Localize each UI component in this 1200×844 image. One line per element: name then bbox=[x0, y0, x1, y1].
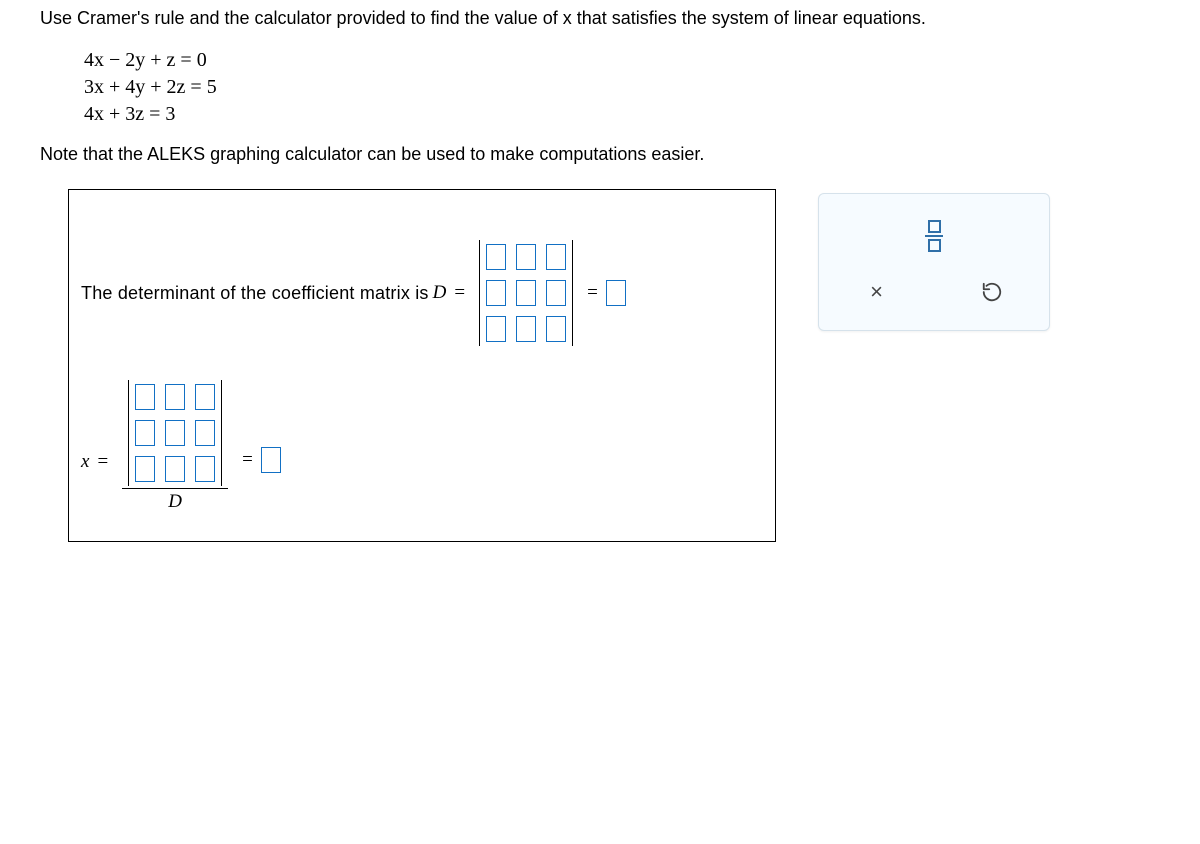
dx-cell-2-1[interactable] bbox=[135, 420, 155, 446]
equation-system: 4x − 2y + z = 0 3x + 4y + 2z = 5 4x + 3z… bbox=[84, 47, 1160, 128]
x-denominator: D bbox=[168, 489, 182, 513]
d-cell-2-1[interactable] bbox=[486, 280, 506, 306]
dx-cell-3-1[interactable] bbox=[135, 456, 155, 482]
x-variable: x bbox=[81, 451, 89, 473]
d-variable: D bbox=[433, 282, 447, 304]
clear-button[interactable]: × bbox=[855, 272, 899, 312]
fraction-tool-button[interactable] bbox=[912, 216, 956, 256]
equation-line-2: 3x + 4y + 2z = 5 bbox=[84, 74, 1160, 101]
d-cell-1-3[interactable] bbox=[546, 244, 566, 270]
equals-sign: = bbox=[454, 282, 465, 304]
d-cell-2-3[interactable] bbox=[546, 280, 566, 306]
dx-cell-1-1[interactable] bbox=[135, 384, 155, 410]
equals-sign-3: = bbox=[97, 451, 108, 473]
problem-instruction: Use Cramer's rule and the calculator pro… bbox=[40, 8, 1160, 29]
determinant-label: The determinant of the coefficient matri… bbox=[81, 283, 429, 304]
dx-cell-2-2[interactable] bbox=[165, 420, 185, 446]
tool-panel: × bbox=[818, 193, 1050, 331]
equals-sign-4: = bbox=[242, 449, 253, 471]
d-cell-3-1[interactable] bbox=[486, 316, 506, 342]
d-matrix bbox=[479, 240, 573, 346]
equation-line-1: 4x − 2y + z = 0 bbox=[84, 47, 1160, 74]
fraction-icon bbox=[925, 220, 943, 252]
d-cell-2-2[interactable] bbox=[516, 280, 536, 306]
dx-cell-3-3[interactable] bbox=[195, 456, 215, 482]
dx-cell-1-2[interactable] bbox=[165, 384, 185, 410]
dx-cell-1-3[interactable] bbox=[195, 384, 215, 410]
x-result-input[interactable] bbox=[261, 447, 281, 473]
equation-line-3: 4x + 3z = 3 bbox=[84, 101, 1160, 128]
dx-cell-2-3[interactable] bbox=[195, 420, 215, 446]
work-box: The determinant of the coefficient matri… bbox=[68, 189, 776, 542]
d-cell-3-3[interactable] bbox=[546, 316, 566, 342]
d-result-input[interactable] bbox=[606, 280, 626, 306]
dx-matrix bbox=[128, 380, 222, 486]
reset-icon bbox=[981, 281, 1003, 303]
equals-sign-2: = bbox=[587, 282, 598, 304]
determinant-row: The determinant of the coefficient matri… bbox=[81, 240, 763, 346]
d-cell-1-2[interactable] bbox=[516, 244, 536, 270]
x-solution-row: x = bbox=[81, 380, 763, 513]
d-cell-1-1[interactable] bbox=[486, 244, 506, 270]
close-icon: × bbox=[870, 279, 883, 305]
dx-cell-3-2[interactable] bbox=[165, 456, 185, 482]
note-text: Note that the ALEKS graphing calculator … bbox=[40, 144, 1160, 165]
d-cell-3-2[interactable] bbox=[516, 316, 536, 342]
reset-button[interactable] bbox=[970, 272, 1014, 312]
x-fraction: D bbox=[122, 380, 228, 513]
